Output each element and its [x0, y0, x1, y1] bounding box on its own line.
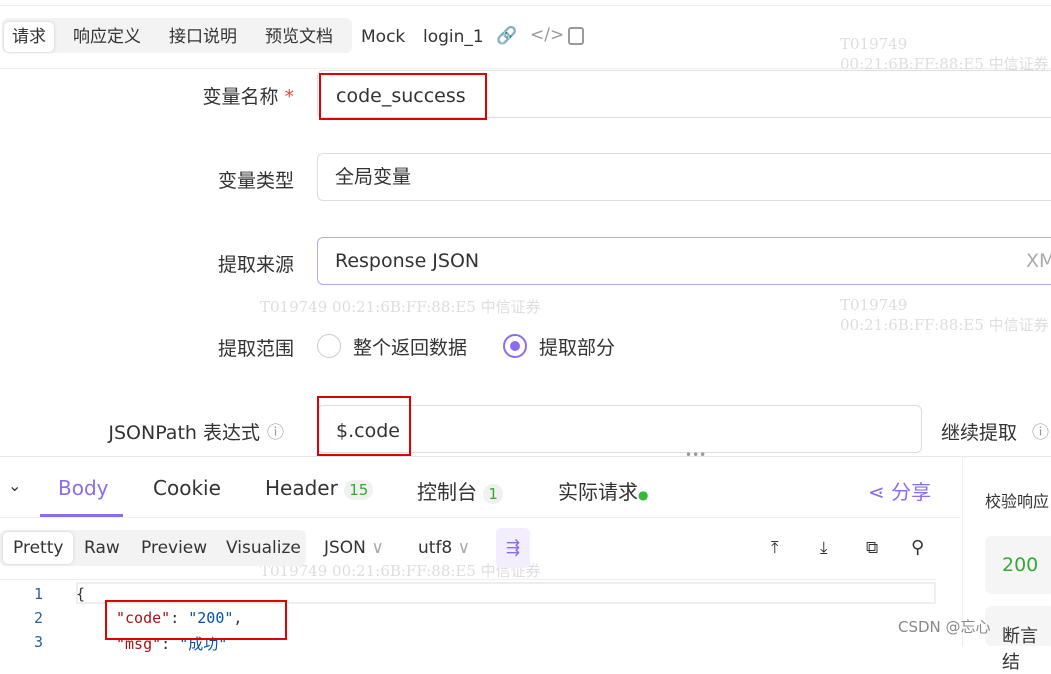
scope-label: 提取范围: [217, 338, 294, 360]
tab-mock[interactable]: Mock: [361, 22, 405, 52]
tab-api-doc[interactable]: 接口说明: [169, 22, 237, 52]
help-icon[interactable]: ⓘ: [267, 418, 284, 443]
var-name-label: 变量名称 *: [202, 86, 294, 108]
assert-result: 断言结: [985, 606, 1051, 673]
code-line: {: [76, 585, 86, 603]
highlight-box: [105, 600, 287, 640]
tab-request[interactable]: 请求: [4, 22, 54, 52]
resize-handle[interactable]: [0, 456, 1051, 457]
help-icon[interactable]: ⓘ: [1032, 418, 1049, 443]
radio-whole[interactable]: [317, 334, 341, 358]
tab-actual-request[interactable]: 实际请求●: [558, 476, 648, 505]
tab-preview-doc[interactable]: 预览文档: [265, 22, 333, 52]
divider: [0, 517, 960, 518]
tab-response-def[interactable]: 响应定义: [73, 22, 141, 52]
radio-partial[interactable]: [503, 334, 527, 358]
view-raw[interactable]: Raw: [84, 538, 120, 558]
var-type-label: 变量类型: [217, 170, 294, 192]
link-icon[interactable]: 🔗: [496, 26, 517, 46]
radio-partial-label: 提取部分: [539, 337, 616, 359]
share-icon: ⋖: [868, 480, 885, 504]
code-icon[interactable]: </>: [530, 25, 564, 45]
watermark: T019749 00:21:6B:FF:88:E5 中信证券: [840, 35, 1049, 73]
copy-icon[interactable]: ⧉: [866, 538, 878, 558]
wrap-icon[interactable]: ⇶: [496, 528, 530, 568]
credit-watermark: CSDN @忘心: [898, 618, 991, 636]
var-type-select[interactable]: 全局变量: [317, 153, 1051, 201]
source-right: XM: [1026, 250, 1051, 272]
top-divider: [0, 5, 1051, 6]
tab-console[interactable]: 控制台 1: [417, 476, 503, 505]
source-label: 提取来源: [217, 254, 294, 276]
jsonpath-label: JSONPath 表达式: [108, 422, 260, 444]
share-button[interactable]: ⋖ 分享: [868, 476, 931, 505]
view-pretty[interactable]: Pretty: [3, 532, 74, 564]
api-name: login_1: [423, 27, 484, 47]
view-preview[interactable]: Preview: [141, 538, 207, 558]
status-code: 200: [985, 536, 1051, 594]
encoding-select[interactable]: utf8 ∨: [418, 538, 470, 558]
format-select[interactable]: JSON ∨: [324, 538, 384, 558]
tab-body[interactable]: Body: [58, 476, 109, 500]
console-count: 1: [483, 484, 503, 504]
source-select[interactable]: Response JSON XM: [317, 237, 1051, 285]
view-visualize[interactable]: Visualize: [226, 538, 301, 558]
side-title: 校验响应: [985, 492, 1050, 511]
header-count: 15: [344, 480, 374, 500]
source-value: Response JSON: [335, 250, 480, 272]
jsonpath-value: $.code: [317, 396, 411, 456]
collapse-chevron-icon[interactable]: ⌄: [8, 476, 21, 495]
tab-header[interactable]: Header 15: [265, 476, 374, 500]
var-name-value: code_success: [319, 73, 487, 120]
continue-extract[interactable]: 继续提取: [941, 418, 1017, 445]
line-number: 3: [34, 633, 44, 651]
radio-whole-label: 整个返回数据: [353, 337, 468, 359]
line-number: 2: [34, 609, 44, 627]
search-icon[interactable]: ⚲: [911, 537, 924, 558]
panel-icon[interactable]: [568, 27, 584, 45]
watermark: T019749 00:21:6B:FF:88:E5 中信证券: [260, 298, 541, 316]
download-icon[interactable]: ⤓: [820, 538, 828, 558]
scroll-top-icon[interactable]: ⤒: [771, 538, 779, 558]
line-number: 1: [34, 585, 44, 603]
watermark: T019749 00:21:6B:FF:88:E5 中信证券: [840, 296, 1049, 334]
tab-cookie[interactable]: Cookie: [153, 476, 221, 500]
drag-dots-icon[interactable]: •••: [685, 448, 706, 462]
